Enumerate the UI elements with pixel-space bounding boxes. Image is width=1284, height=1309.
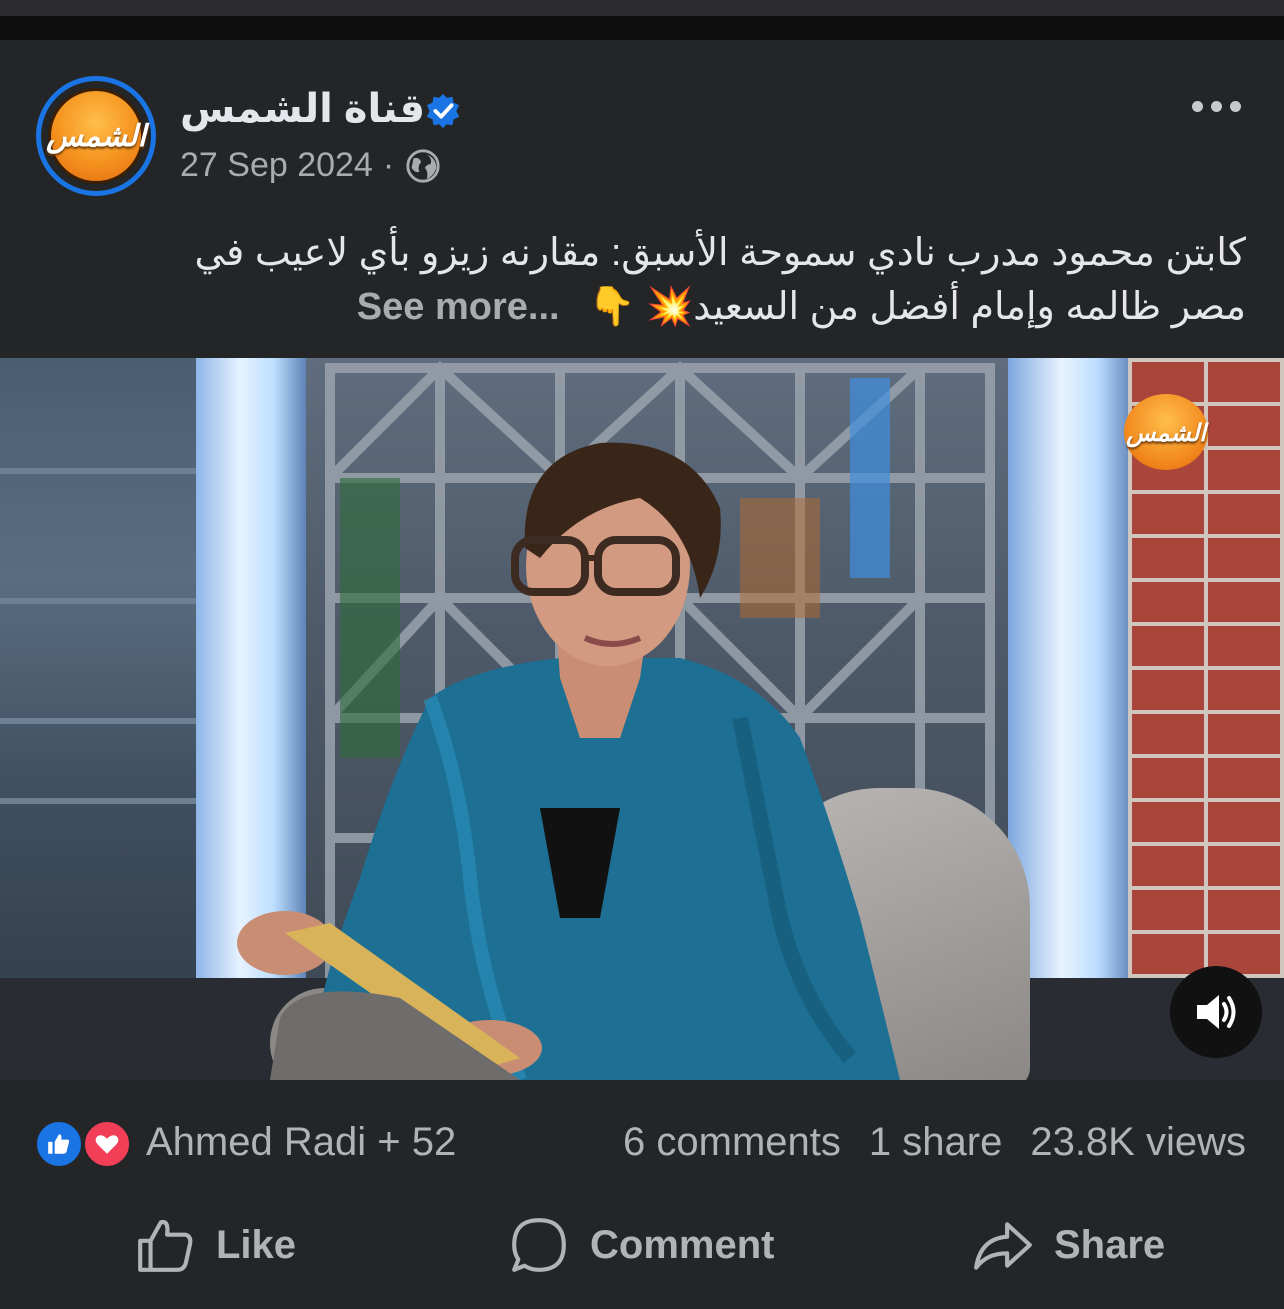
post-actions: Like Comment Share	[0, 1210, 1284, 1280]
dot	[1229, 100, 1241, 112]
thumbs-up-reaction-icon	[34, 1119, 84, 1169]
post-card: الشمس قناة الشمس 27 Sep 2024 · كابتن محم…	[0, 40, 1284, 1309]
more-options-icon[interactable]	[1188, 92, 1244, 120]
speaker-icon[interactable]	[1170, 966, 1262, 1058]
channel-watermark: الشمس	[1124, 394, 1208, 470]
verified-badge-icon	[426, 93, 460, 129]
dot	[1210, 100, 1222, 112]
post-meta: 27 Sep 2024 ·	[180, 146, 442, 185]
reaction-icons[interactable]	[34, 1117, 134, 1169]
channel-logo: الشمس	[46, 88, 146, 184]
share-label: Share	[1054, 1222, 1166, 1267]
shares-count[interactable]: 1 share	[869, 1120, 1002, 1165]
reactors-summary[interactable]: Ahmed Radi + 52	[146, 1120, 456, 1165]
see-more-link[interactable]: See more...	[357, 286, 560, 328]
top-divider	[0, 16, 1284, 40]
post-caption: كابتن محمود مدرب نادي سموحة الأسبق: مقار…	[40, 226, 1246, 334]
share-arrow-icon	[974, 1222, 1032, 1270]
watermark-logo-text: الشمس	[1126, 417, 1206, 447]
logo-text: الشمس	[46, 118, 146, 154]
dot	[1191, 100, 1203, 112]
thumbs-up-icon	[138, 1219, 193, 1272]
caption-line-1: كابتن محمود مدرب نادي سموحة الأسبق: مقار…	[194, 232, 1246, 274]
views-count: 23.8K views	[1030, 1119, 1246, 1164]
engagement-stats: Ahmed Radi + 52 6 comments 1 share 23.8K…	[34, 1112, 1246, 1172]
stats-right: 6 comments 1 share 23.8K views	[623, 1120, 1246, 1165]
speaker-glyph	[1197, 995, 1236, 1029]
comments-count[interactable]: 6 comments	[623, 1120, 841, 1165]
comment-bubble-icon	[512, 1218, 566, 1272]
meta-separator: ·	[382, 146, 395, 184]
page-name[interactable]: قناة الشمس	[180, 86, 425, 132]
like-button[interactable]: Like	[134, 1210, 296, 1280]
share-button[interactable]: Share	[972, 1210, 1165, 1280]
post-date[interactable]: 27 Sep 2024	[180, 146, 373, 185]
top-status-strip	[0, 0, 1284, 40]
video-player[interactable]: الشمس	[0, 358, 1284, 1080]
heart-reaction-icon	[82, 1119, 132, 1169]
caption-line-2: مصر ظالمه وإمام أفضل من السعيد💥 👇 See mo…	[40, 280, 1246, 334]
caption-line-2-text: مصر ظالمه وإمام أفضل من السعيد💥 👇	[588, 286, 1246, 328]
presenter	[237, 442, 900, 1080]
comment-label: Comment	[590, 1222, 775, 1267]
like-label: Like	[216, 1222, 297, 1267]
comment-button[interactable]: Comment	[508, 1210, 774, 1280]
globe-icon	[406, 148, 440, 183]
page-avatar[interactable]: الشمس	[36, 76, 156, 196]
